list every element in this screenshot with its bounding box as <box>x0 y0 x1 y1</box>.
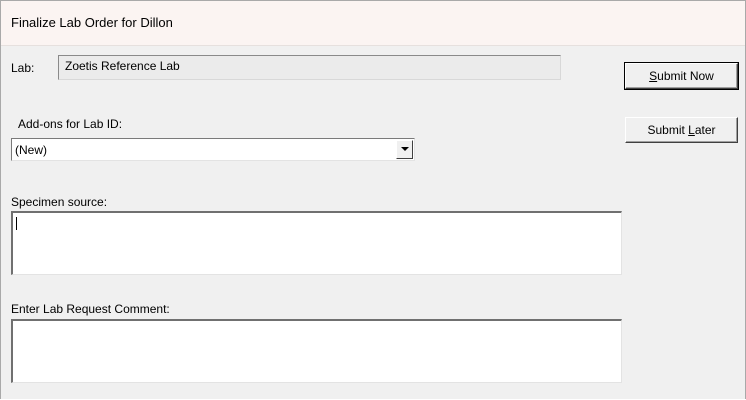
lab-request-comment-input[interactable] <box>11 319 622 383</box>
finalize-lab-order-dialog: Finalize Lab Order for Dillon Lab: Zoeti… <box>0 0 746 399</box>
submit-now-mnemonic: S <box>649 69 658 83</box>
dialog-title: Finalize Lab Order for Dillon <box>11 15 173 30</box>
addons-label: Add-ons for Lab ID: <box>18 117 123 131</box>
addons-lab-id-select[interactable]: (New) <box>11 138 415 161</box>
submit-now-label: ubmit Now <box>657 69 714 83</box>
submit-later-mnemonic: L <box>688 123 695 137</box>
lab-value-field: Zoetis Reference Lab <box>58 55 561 80</box>
lab-value-text: Zoetis Reference Lab <box>65 59 180 73</box>
lab-request-comment-label: Enter Lab Request Comment: <box>11 302 170 316</box>
chevron-down-icon <box>401 147 409 151</box>
dialog-header: Finalize Lab Order for Dillon <box>1 1 745 46</box>
submit-later-label: ater <box>694 123 716 137</box>
specimen-source-input[interactable] <box>11 211 622 275</box>
submit-now-button[interactable]: Submit Now <box>624 62 739 90</box>
addons-dropdown-button[interactable] <box>396 140 413 159</box>
specimen-source-label: Specimen source: <box>11 195 108 209</box>
lab-label: Lab: <box>11 61 35 75</box>
submit-later-button[interactable]: Submit Later <box>625 117 738 143</box>
addons-selected-value: (New) <box>15 143 47 157</box>
submit-later-label-prefix: Submit <box>647 123 689 137</box>
text-caret <box>16 217 17 230</box>
